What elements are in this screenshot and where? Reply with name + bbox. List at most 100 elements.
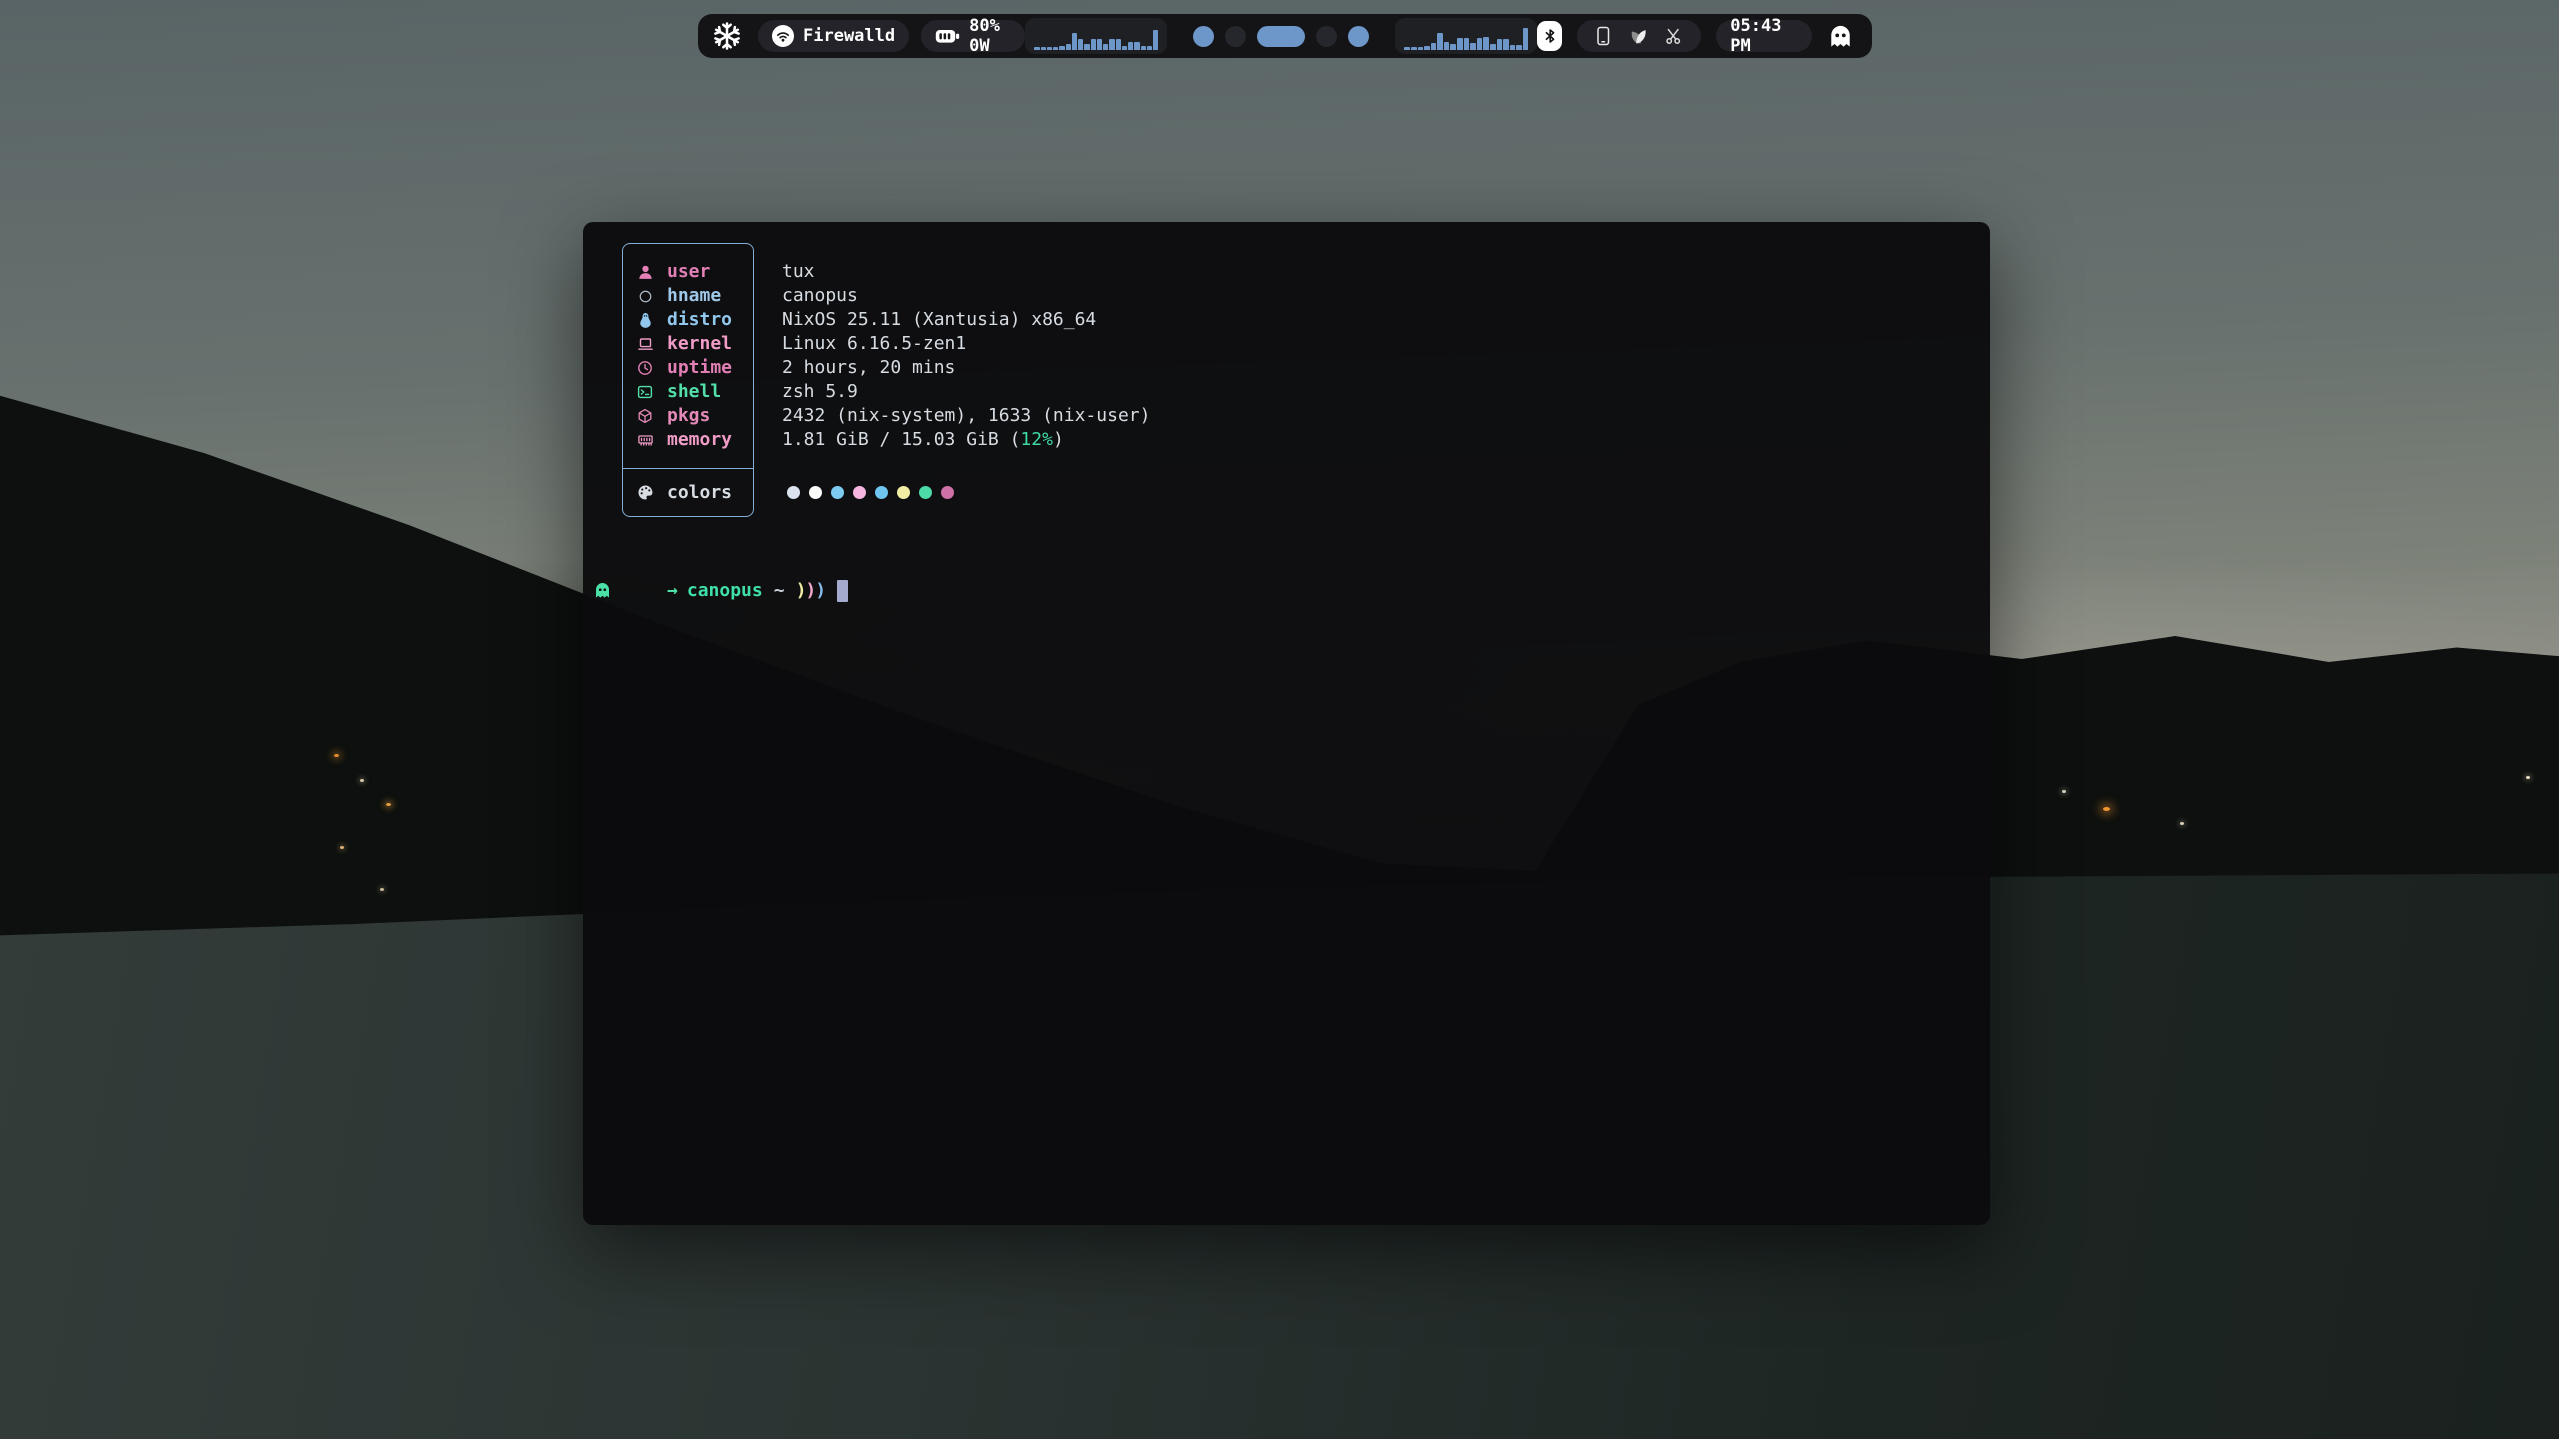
prompt-arrow: → [667, 579, 678, 603]
village-light [334, 754, 339, 757]
village-light [2180, 822, 2184, 825]
laptop-icon [635, 336, 655, 352]
fetch-row-user: user [623, 260, 753, 284]
fetch-value: zsh 5.9 [782, 380, 1150, 404]
color-dot [941, 486, 954, 499]
wifi-icon [772, 25, 794, 47]
workspace-dot[interactable] [1316, 26, 1337, 47]
prompt-host: canopus [687, 579, 763, 603]
palette-icon [635, 484, 655, 501]
user-icon [635, 264, 655, 281]
fetch-value: NixOS 25.11 (Xantusia) x86_64 [782, 308, 1150, 332]
phone-icon[interactable] [1594, 26, 1612, 46]
village-light [380, 888, 384, 891]
color-dot [853, 486, 866, 499]
ghost-icon [1827, 23, 1854, 50]
memory-value-suffix: ) [1053, 429, 1064, 450]
cpu-history-graph[interactable] [1025, 18, 1167, 54]
village-light [386, 803, 391, 806]
battery-label: 80% 0W [969, 16, 1011, 56]
terminal-window[interactable]: user hname [583, 222, 1990, 1225]
fastfetch-output: user hname [622, 243, 1980, 517]
nixos-logo-icon[interactable] [712, 21, 742, 51]
status-bar: Firewalld 80% 0W [698, 14, 1872, 58]
terminal-icon [635, 384, 655, 400]
fetch-row-memory: memory [623, 428, 753, 452]
workspace-dot[interactable] [1193, 26, 1214, 47]
workspace-switcher [1193, 26, 1369, 47]
circle-icon [635, 289, 655, 304]
fetch-colors-box: colors [623, 468, 753, 516]
fetch-key-label: distro [667, 308, 732, 332]
fetch-value-memory: 1.81 GiB / 15.03 GiB (12%) [782, 428, 1150, 452]
fetch-row-uptime: uptime [623, 356, 753, 380]
workspace-dot[interactable] [1348, 26, 1369, 47]
color-dot [831, 486, 844, 499]
prompt-chevron: ) [805, 579, 815, 603]
color-dot [787, 486, 800, 499]
prompt-ghost-icon [593, 533, 658, 648]
fetch-row-kernel: kernel [623, 332, 753, 356]
fetch-value: canopus [782, 284, 1150, 308]
fetch-key-label: hname [667, 284, 721, 308]
fetch-row-pkgs: pkgs [623, 404, 753, 428]
memory-history-graph[interactable] [1395, 18, 1537, 54]
battery-icon [935, 29, 960, 44]
fetch-key-label: kernel [667, 332, 732, 356]
fetch-value: tux [782, 260, 1150, 284]
memory-percent: 12% [1020, 429, 1053, 450]
memory-icon [635, 432, 655, 448]
bar-center-group [1025, 18, 1537, 54]
fetch-key-rows: user hname [623, 244, 753, 468]
leaf-icon[interactable] [1628, 26, 1648, 46]
color-dot [897, 486, 910, 499]
workspace-dot[interactable] [1225, 26, 1246, 47]
color-dot [875, 486, 888, 499]
clock-label: 05:43 PM [1730, 16, 1798, 56]
fetch-value: 2 hours, 20 mins [782, 356, 1150, 380]
fetch-key-label: memory [667, 428, 732, 452]
network-widget[interactable]: Firewalld [758, 20, 909, 52]
bluetooth-icon [1541, 27, 1559, 45]
network-label: Firewalld [803, 26, 895, 46]
battery-widget[interactable]: 80% 0W [921, 20, 1025, 52]
memory-value-prefix: 1.81 GiB / 15.03 GiB ( [782, 429, 1020, 450]
clock-widget[interactable]: 05:43 PM [1716, 20, 1812, 52]
fetch-key-label: colors [667, 481, 732, 505]
terminal-cursor[interactable] [837, 580, 848, 602]
ghost-menu-button[interactable] [1827, 23, 1854, 50]
fetch-value: 2432 (nix-system), 1633 (nix-user) [782, 404, 1150, 428]
fetch-key-label: pkgs [667, 404, 710, 428]
prompt-chevron: ) [796, 579, 806, 603]
fetch-row-shell: shell [623, 380, 753, 404]
scissors-icon[interactable] [1664, 26, 1684, 46]
bar-left-group: Firewalld 80% 0W [712, 20, 1025, 52]
workspace-dot[interactable] [1257, 26, 1305, 47]
terminal-color-palette [787, 480, 1150, 504]
fetch-row-hname: hname [623, 284, 753, 308]
fetch-row-colors: colors [623, 481, 732, 505]
village-light [360, 779, 364, 782]
shell-prompt: → canopus ~ ) ) ) [593, 533, 1980, 648]
village-light [2062, 790, 2066, 793]
village-light [340, 846, 344, 849]
village-light [2103, 807, 2110, 811]
clock-icon [635, 360, 655, 376]
fetch-row-distro: distro [623, 308, 753, 332]
fetch-value: Linux 6.16.5-zen1 [782, 332, 1150, 356]
bluetooth-button[interactable] [1537, 21, 1562, 51]
village-light [2526, 776, 2530, 779]
penguin-icon [635, 312, 655, 329]
fetch-key-label: uptime [667, 356, 732, 380]
fetch-key-box: user hname [622, 243, 754, 517]
prompt-path: ~ [774, 579, 785, 603]
fetch-values: tux canopus NixOS 25.11 (Xantusia) x86_6… [782, 243, 1150, 517]
fetch-key-label: user [667, 260, 710, 284]
bar-right-group: 05:43 PM [1537, 20, 1854, 52]
prompt-chevron: ) [815, 579, 825, 603]
fetch-key-label: shell [667, 380, 721, 404]
package-icon [635, 408, 655, 424]
color-dot [809, 486, 822, 499]
color-dot [919, 486, 932, 499]
tray-widget [1577, 20, 1701, 52]
